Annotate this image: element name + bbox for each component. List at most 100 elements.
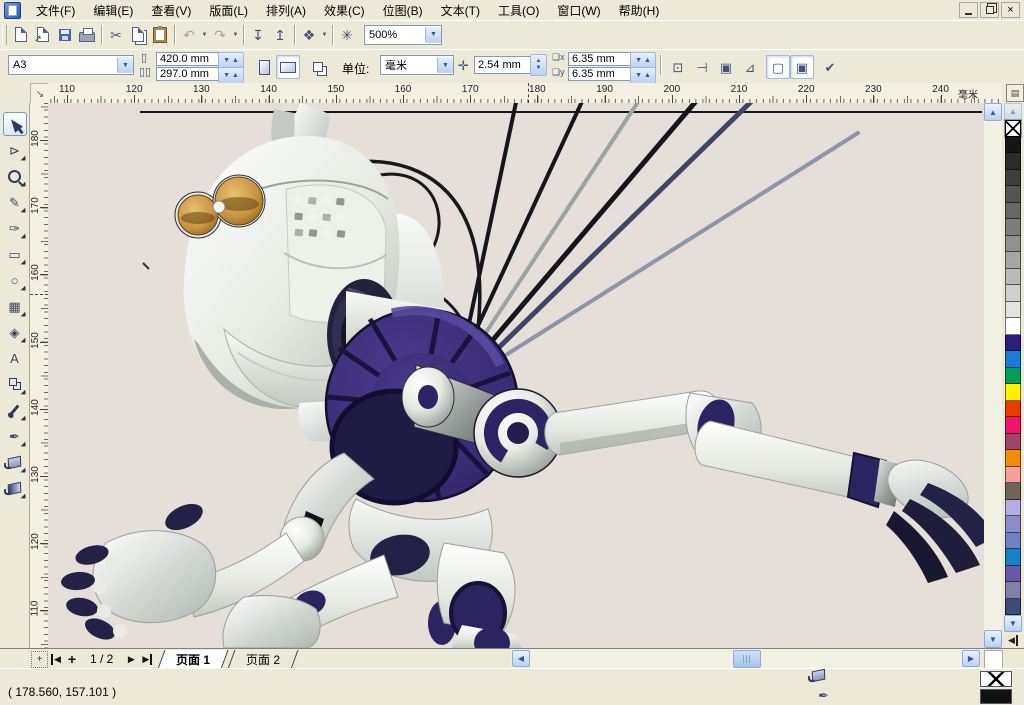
snap-to-objects-button[interactable]: ▣ xyxy=(714,55,738,79)
snap-to-guidelines-button[interactable]: ⊣ xyxy=(690,55,714,79)
vertical-scrollbar[interactable] xyxy=(984,103,1002,648)
no-fill-swatch[interactable] xyxy=(1005,120,1021,137)
palette-swatch-16[interactable] xyxy=(1005,401,1021,418)
paper-width-field[interactable]: 420.0 mm xyxy=(156,52,222,66)
menu-item-tools[interactable]: 工具(O) xyxy=(489,0,548,21)
ruler-origin-icon[interactable]: ↘ xyxy=(30,83,50,105)
tool-shape-button[interactable]: ⊳ xyxy=(3,138,27,162)
palette-swatch-21[interactable] xyxy=(1005,483,1021,500)
tool-text-button[interactable]: A xyxy=(3,346,27,370)
application-launcher-button[interactable]: ❖ xyxy=(298,24,320,46)
palette-swatch-6[interactable] xyxy=(1005,236,1021,253)
palette-swatch-11[interactable] xyxy=(1005,318,1021,335)
export-button[interactable]: ↥ xyxy=(269,24,291,46)
palette-swatch-22[interactable] xyxy=(1005,500,1021,517)
tool-outline-button[interactable]: ✒ xyxy=(3,424,27,448)
scroll-right-icon[interactable] xyxy=(962,650,980,667)
tool-basic-shapes-button[interactable]: ◈ xyxy=(3,320,27,344)
all-pages-button[interactable] xyxy=(306,55,330,79)
tool-interactive-blend-button[interactable] xyxy=(3,372,27,396)
import-button[interactable]: ↧ xyxy=(247,24,269,46)
minimize-button[interactable] xyxy=(959,2,978,18)
menu-item-effects[interactable]: 效果(C) xyxy=(315,0,374,21)
palette-swatch-8[interactable] xyxy=(1005,269,1021,286)
palette-swatch-25[interactable] xyxy=(1005,549,1021,566)
corel-online-button[interactable]: ✳ xyxy=(336,24,358,46)
tool-zoom-button[interactable] xyxy=(3,164,27,188)
palette-swatch-4[interactable] xyxy=(1005,203,1021,220)
palette-swatch-1[interactable] xyxy=(1005,153,1021,170)
vertical-ruler[interactable]: 180170160150140130120110 xyxy=(30,103,49,648)
redo-button[interactable]: ↷ xyxy=(209,24,231,46)
last-page-button[interactable] xyxy=(139,651,155,667)
snap-to-grid-button[interactable]: ⊡ xyxy=(666,55,690,79)
tool-pick-button[interactable] xyxy=(3,112,27,136)
palette-swatch-23[interactable] xyxy=(1005,516,1021,533)
tool-eyedropper-button[interactable] xyxy=(3,398,27,422)
palette-swatch-0[interactable] xyxy=(1005,137,1021,154)
toolbar-grip[interactable] xyxy=(2,25,7,45)
menu-item-help[interactable]: 帮助(H) xyxy=(610,0,669,21)
duplicate-x-field[interactable]: 6.35 mm xyxy=(568,52,634,66)
tool-fill-button[interactable] xyxy=(3,450,27,474)
horizontal-scrollbar[interactable] xyxy=(511,649,981,668)
scroll-left-icon[interactable] xyxy=(512,650,530,667)
palette-swatch-26[interactable] xyxy=(1005,566,1021,583)
next-page-button[interactable] xyxy=(123,651,139,667)
paper-height-field[interactable]: 297.0 mm xyxy=(156,67,222,81)
palette-swatch-5[interactable] xyxy=(1005,219,1021,236)
add-page-button[interactable] xyxy=(64,651,80,667)
nudge-offset-field[interactable]: 2.54 mm xyxy=(474,56,534,74)
first-page-button[interactable] xyxy=(48,651,64,667)
undo-button[interactable]: ↶ xyxy=(178,24,200,46)
scroll-down-icon[interactable] xyxy=(984,630,1002,648)
tool-freehand-button[interactable]: ✎ xyxy=(3,190,27,214)
paper-height-spinner[interactable] xyxy=(218,67,244,84)
menu-item-file[interactable]: 文件(F) xyxy=(27,0,84,21)
tool-rectangle-button[interactable]: ▭ xyxy=(3,242,27,266)
units-combo[interactable]: 毫米 xyxy=(380,55,454,75)
palette-swatch-24[interactable] xyxy=(1005,533,1021,550)
drawing-canvas[interactable] xyxy=(48,103,984,648)
save-button[interactable] xyxy=(54,24,76,46)
scroll-up-icon[interactable] xyxy=(984,103,1002,121)
palette-swatch-7[interactable] xyxy=(1005,252,1021,269)
paper-size-combo[interactable]: A3 xyxy=(8,55,134,75)
menu-item-arrange[interactable]: 排列(A) xyxy=(257,0,315,21)
print-button[interactable] xyxy=(76,24,98,46)
palette-swatch-14[interactable] xyxy=(1005,368,1021,385)
menu-item-window[interactable]: 窗口(W) xyxy=(548,0,609,21)
horizontal-ruler[interactable]: 毫米 1101201301401501601701801902002102202… xyxy=(48,83,1002,104)
tool-interactive-fill-button[interactable] xyxy=(3,476,27,500)
palette-swatch-15[interactable] xyxy=(1005,384,1021,401)
palette-swatch-13[interactable] xyxy=(1005,351,1021,368)
hscroll-thumb[interactable] xyxy=(733,650,761,668)
tool-graph-paper-button[interactable]: ▦ xyxy=(3,294,27,318)
menu-item-view[interactable]: 查看(V) xyxy=(142,0,200,21)
page-origin-icon[interactable]: + xyxy=(31,651,48,668)
palette-swatch-28[interactable] xyxy=(1005,599,1021,616)
palette-scroll-down-icon[interactable] xyxy=(1004,615,1022,632)
palette-swatch-2[interactable] xyxy=(1005,170,1021,187)
marquee-pick-button[interactable]: ▣ xyxy=(790,55,814,79)
duplicate-y-field[interactable]: 6.35 mm xyxy=(568,67,634,81)
copy-button[interactable] xyxy=(127,24,149,46)
menu-item-layout[interactable]: 版面(L) xyxy=(200,0,257,21)
palette-swatch-19[interactable] xyxy=(1005,450,1021,467)
dropdown-arrow-icon[interactable] xyxy=(320,24,329,46)
tab-page-2[interactable]: 页面 2 xyxy=(228,650,299,669)
landscape-button[interactable] xyxy=(276,55,300,79)
dropdown-arrow-icon[interactable] xyxy=(425,27,441,43)
restore-button[interactable] xyxy=(980,2,999,18)
new-button[interactable] xyxy=(10,24,32,46)
tool-ellipse-button[interactable]: ○ xyxy=(3,268,27,292)
menu-item-edit[interactable]: 编辑(E) xyxy=(84,0,142,21)
palette-swatch-12[interactable] xyxy=(1005,335,1021,352)
dropdown-arrow-icon[interactable] xyxy=(437,57,453,73)
tab-page-1[interactable]: 页面 1 xyxy=(158,650,229,669)
nudge-offset-spinner[interactable] xyxy=(530,54,547,76)
ruler-options-icon[interactable]: ▤ xyxy=(1006,84,1024,102)
dropdown-arrow-icon[interactable] xyxy=(231,24,240,46)
snap-to-dynamic-guides-button[interactable]: ⊿ xyxy=(738,55,762,79)
property-options-button[interactable]: ✔ xyxy=(818,55,842,79)
